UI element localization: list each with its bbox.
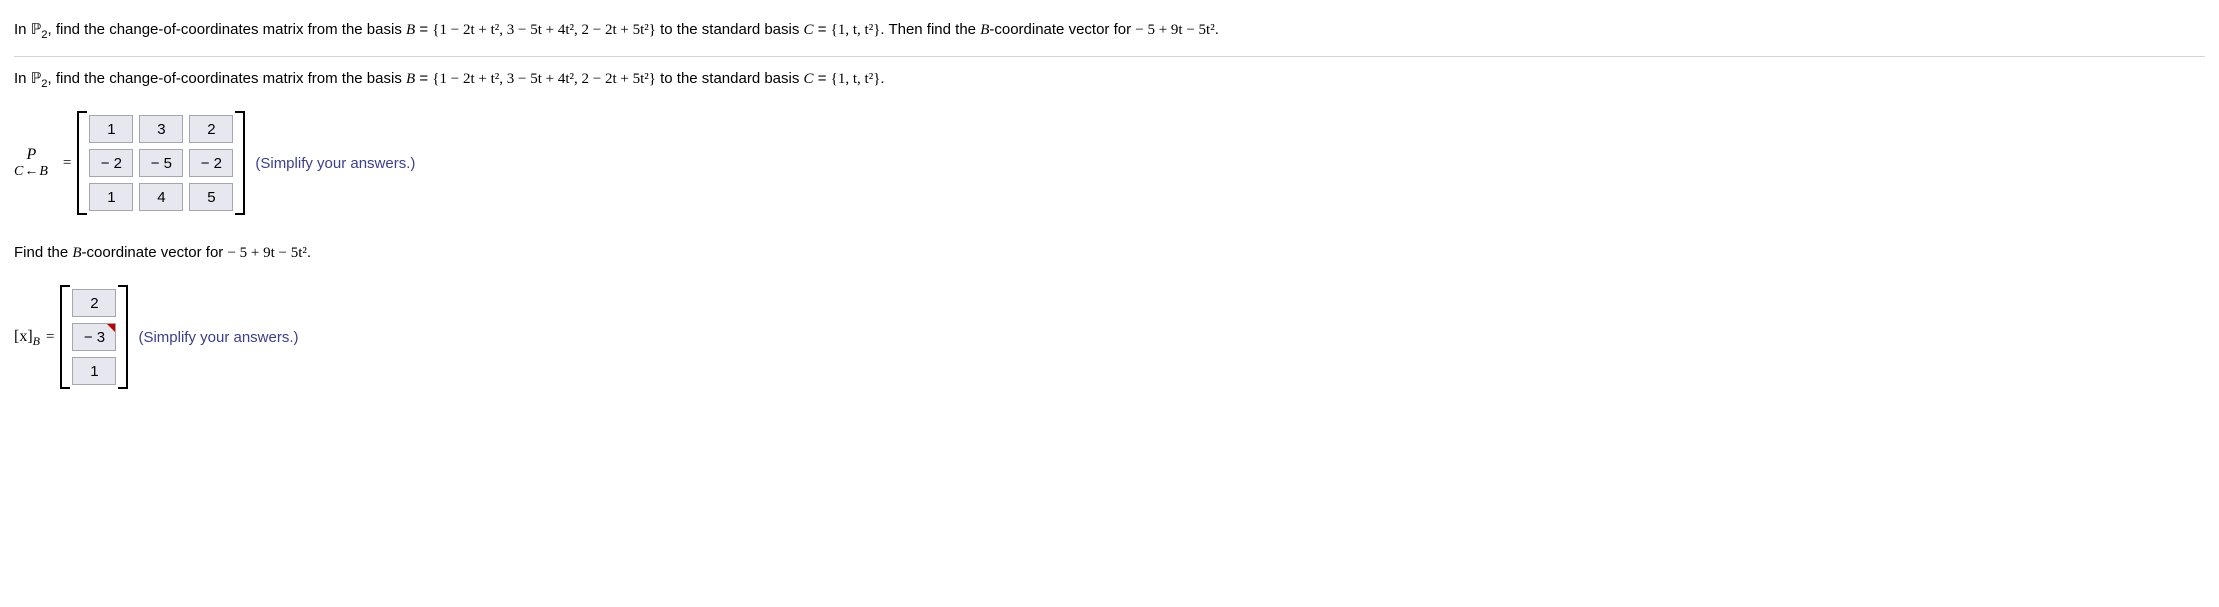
text: Find the bbox=[14, 244, 72, 261]
text: to the standard basis bbox=[656, 70, 804, 87]
vector-xb: 2 − 3 1 bbox=[60, 285, 128, 389]
basis-b-set: {1 − 2t + t², 3 − 5t + 4t², 2 − 2t + 5t²… bbox=[432, 71, 656, 87]
bracket-left-icon bbox=[60, 285, 70, 389]
vector-cell[interactable]: − 3 bbox=[72, 323, 116, 351]
equals-sign: = bbox=[46, 329, 54, 346]
simplify-hint: (Simplify your answers.) bbox=[138, 329, 298, 346]
text: -coordinate vector for bbox=[82, 244, 228, 261]
text: -coordinate vector for bbox=[989, 21, 1135, 38]
matrix-cell[interactable]: 3 bbox=[139, 115, 183, 143]
target-poly: − 5 + 9t − 5t² bbox=[1135, 22, 1214, 38]
text: . bbox=[880, 70, 884, 87]
text: . bbox=[1215, 21, 1219, 38]
text: = bbox=[814, 70, 831, 87]
equals-sign: = bbox=[63, 155, 71, 172]
vector-cell[interactable]: 2 bbox=[72, 289, 116, 317]
xb-sub: B bbox=[33, 334, 40, 348]
text: to the standard basis bbox=[656, 21, 804, 38]
basis-b-label: B bbox=[406, 71, 415, 87]
text: In bbox=[14, 70, 31, 87]
basis-c-label: C bbox=[804, 22, 814, 38]
text: = bbox=[415, 21, 432, 38]
xb-label: [x]B bbox=[14, 328, 40, 346]
basis-b-set: {1 − 2t + t², 3 − 5t + 4t², 2 − 2t + 5t²… bbox=[432, 22, 656, 38]
basis-c-set: {1, t, t²} bbox=[831, 71, 881, 87]
matrix-cell[interactable]: 1 bbox=[89, 183, 133, 211]
matrix-cell[interactable]: − 2 bbox=[89, 149, 133, 177]
text: . Then find the bbox=[880, 21, 980, 38]
bracket-right-icon bbox=[235, 111, 245, 215]
text: = bbox=[415, 70, 432, 87]
basis-b-label: B bbox=[406, 22, 415, 38]
matrix-p-label: P C←B bbox=[14, 146, 49, 180]
matrix-cell[interactable]: 5 bbox=[189, 183, 233, 211]
p-symbol: P bbox=[27, 146, 37, 164]
text: , find the change-of-coordinates matrix … bbox=[47, 21, 406, 38]
matrix-cell[interactable]: 1 bbox=[89, 115, 133, 143]
text: , find the change-of-coordinates matrix … bbox=[47, 70, 406, 87]
part-a-prompt: In ℙ2, find the change-of-coordinates ma… bbox=[14, 67, 2205, 91]
matrix-cell[interactable]: 2 bbox=[189, 115, 233, 143]
matrix-cell[interactable]: − 2 bbox=[189, 149, 233, 177]
text: In bbox=[14, 21, 31, 38]
space-symbol: ℙ bbox=[31, 22, 42, 38]
b-letter: B bbox=[980, 22, 989, 38]
text: . bbox=[307, 244, 311, 261]
matrix-cell[interactable]: 4 bbox=[139, 183, 183, 211]
part-b-prompt: Find the B-coordinate vector for − 5 + 9… bbox=[14, 241, 2205, 265]
xb-open: [x] bbox=[14, 328, 33, 345]
matrix-p: 1 3 2 − 2 − 5 − 2 1 4 5 bbox=[77, 111, 245, 215]
target-poly: − 5 + 9t − 5t² bbox=[227, 245, 306, 261]
vector-cell[interactable]: 1 bbox=[72, 357, 116, 385]
basis-c-label: C bbox=[804, 71, 814, 87]
bracket-left-icon bbox=[77, 111, 87, 215]
basis-c-set: {1, t, t²} bbox=[831, 22, 881, 38]
problem-summary: In ℙ2, find the change-of-coordinates ma… bbox=[14, 18, 2205, 42]
matrix-p-body: 1 3 2 − 2 − 5 − 2 1 4 5 bbox=[87, 111, 235, 215]
text: = bbox=[814, 21, 831, 38]
vector-xb-row: [x]B = 2 − 3 1 (Simplify your answers.) bbox=[14, 285, 2205, 389]
space-symbol: ℙ bbox=[31, 71, 42, 87]
matrix-cell[interactable]: − 5 bbox=[139, 149, 183, 177]
simplify-hint: (Simplify your answers.) bbox=[255, 155, 415, 172]
divider bbox=[14, 56, 2205, 57]
matrix-p-row: P C←B = 1 3 2 − 2 − 5 − 2 1 4 5 (Simplif… bbox=[14, 111, 2205, 215]
bracket-right-icon bbox=[118, 285, 128, 389]
vector-xb-body: 2 − 3 1 bbox=[70, 285, 118, 389]
c-from-b: C←B bbox=[14, 164, 49, 180]
b-letter: B bbox=[72, 245, 81, 261]
